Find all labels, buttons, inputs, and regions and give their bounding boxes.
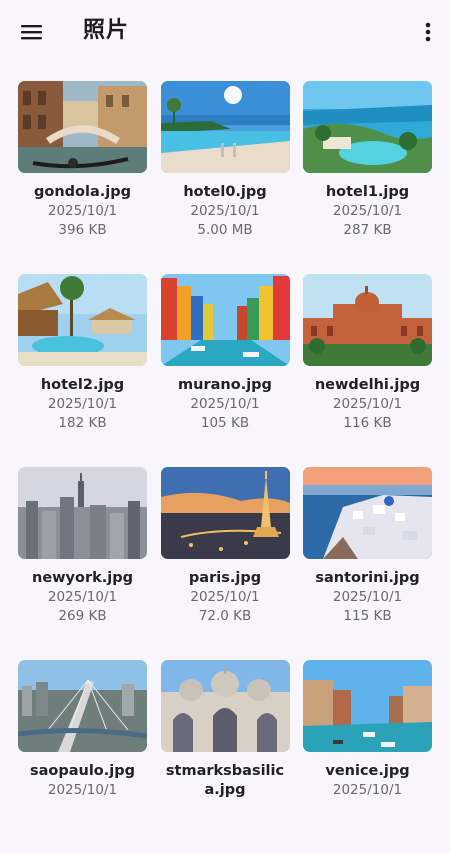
photo-thumbnail [303,81,432,173]
photo-date: 2025/10/1 [190,396,260,412]
photo-name: hotel2.jpg [40,377,125,393]
photo-date: 2025/10/1 [47,782,118,798]
photo-item[interactable]: saopaulo.jpg 2025/10/1 [18,660,147,853]
photo-item[interactable]: gondola.jpg 2025/10/1 396 KB [18,81,147,274]
photo-name: gondola.jpg [34,184,131,200]
photo-name: venice.jpg [325,763,410,779]
photo-name: hotel1.jpg [325,184,410,200]
photo-thumbnail [303,274,432,366]
photo-grid: gondola.jpg 2025/10/1 396 KB hotel0.jpg … [18,81,432,853]
photo-thumbnail [160,274,290,366]
photo-size: 269 KB [58,608,107,624]
photo-date: 2025/10/1 [47,396,118,412]
photo-date: 2025/10/1 [332,396,403,412]
photo-name: paris.jpg [188,570,262,586]
more-options-button[interactable] [414,12,442,52]
photo-size: 72.0 KB [198,608,252,624]
photo-size: 105 KB [200,415,250,431]
photo-size: 116 KB [343,415,392,431]
photo-date: 2025/10/1 [332,589,403,605]
top-app-bar: 照片 [0,0,450,64]
photo-item[interactable]: newyork.jpg 2025/10/1 269 KB [18,467,147,660]
photo-thumbnail [160,660,290,752]
photo-date: 2025/10/1 [47,203,118,219]
photo-date: 2025/10/1 [332,203,403,219]
photo-thumbnail [160,81,290,173]
photo-thumbnail [18,81,147,173]
photo-thumbnail [18,467,147,559]
photo-item[interactable]: hotel2.jpg 2025/10/1 182 KB [18,274,147,467]
page-title: 照片 [83,18,130,43]
photo-item[interactable]: stmarksbasilica.jpg [160,660,290,853]
menu-icon [21,25,42,40]
photo-thumbnail [18,660,147,752]
photo-name: murano.jpg [178,377,272,393]
photo-date: 2025/10/1 [332,782,403,798]
photo-size: 396 KB [58,222,107,238]
photo-date: 2025/10/1 [190,589,260,605]
photo-name: santorini.jpg [315,570,420,586]
menu-button[interactable] [12,12,52,52]
photo-date: 2025/10/1 [190,203,260,219]
photo-item[interactable]: santorini.jpg 2025/10/1 115 KB [303,467,432,660]
more-vert-icon [425,22,431,42]
photo-size: 5.00 MB [197,222,253,238]
photo-item[interactable]: hotel1.jpg 2025/10/1 287 KB [303,81,432,274]
photo-name: stmarksbasilica.jpg [165,763,285,798]
photo-size: 182 KB [58,415,107,431]
photo-size: 287 KB [343,222,392,238]
photo-thumbnail [303,467,432,559]
photo-name: newdelhi.jpg [314,377,421,393]
photo-item[interactable]: hotel0.jpg 2025/10/1 5.00 MB [160,81,290,274]
photo-thumbnail [18,274,147,366]
photo-size: 115 KB [343,608,392,624]
photo-date: 2025/10/1 [47,589,118,605]
photo-name: saopaulo.jpg [29,763,136,779]
photo-item[interactable]: paris.jpg 2025/10/1 72.0 KB [160,467,290,660]
photo-thumbnail [303,660,432,752]
photo-item[interactable]: murano.jpg 2025/10/1 105 KB [160,274,290,467]
photo-item[interactable]: venice.jpg 2025/10/1 [303,660,432,853]
photo-name: hotel0.jpg [183,184,267,200]
photo-thumbnail [160,467,290,559]
photo-item[interactable]: newdelhi.jpg 2025/10/1 116 KB [303,274,432,467]
photo-name: newyork.jpg [32,570,133,586]
